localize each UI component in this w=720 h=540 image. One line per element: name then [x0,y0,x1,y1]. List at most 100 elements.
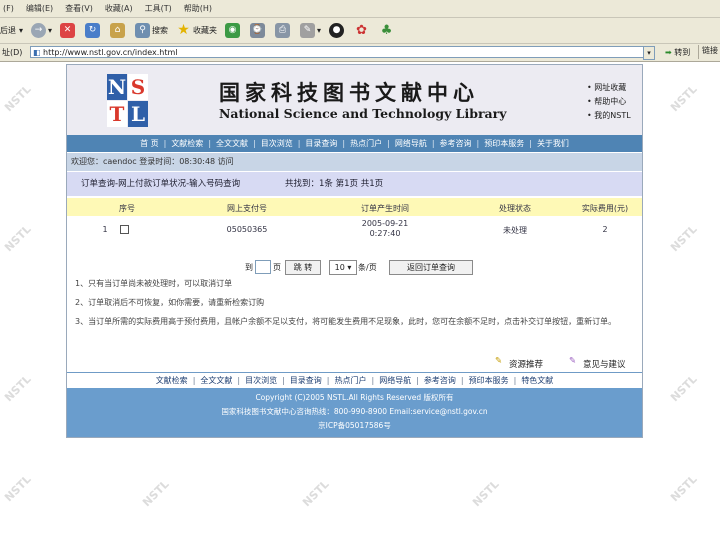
watermark: NSTL [140,477,172,510]
qq-button[interactable]: ● [329,23,346,38]
watermark: NSTL [2,372,34,405]
jump-button[interactable]: 跳 转 [285,260,321,275]
browser-menubar: (F) 编辑(E) 查看(V) 收藏(A) 工具(T) 帮助(H) [0,0,720,18]
links-button[interactable]: 链接 [698,45,720,59]
media-button[interactable]: ◉ [225,23,242,38]
print-icon: ⎙ [275,23,291,38]
search-button[interactable]: ⚲ 搜索 [135,23,168,38]
menu-favorites[interactable]: 收藏(A) [105,3,133,14]
column-header: 处理状态 [499,204,531,213]
links-label: 链接 [702,46,718,55]
nav-item-catalog[interactable]: 目录查询 [305,138,337,149]
nav-item-portal[interactable]: 热点门户 [350,138,382,149]
stop-icon: ✕ [60,23,76,38]
suggest-link[interactable]: 意见与建议 [583,358,626,370]
history-button[interactable]: ⌚ [250,23,267,38]
order-time: 0:27:40 [369,229,401,238]
menu-help[interactable]: 帮助(H) [184,3,212,14]
nav-item-fulltext[interactable]: 全文文献 [216,138,248,149]
breadcrumb: 订单查询-网上付款订单状况-输入号码查询 共找到：1条 第1页 共1页 [67,172,642,196]
favorites-button[interactable]: ★ 收藏夹 [176,23,217,38]
refresh-button[interactable]: ↻ [85,23,102,38]
edit-button[interactable]: ✎ ▾ [300,23,321,38]
msn-button[interactable]: ♣ [379,23,396,38]
nav-item-contents[interactable]: 目次浏览 [261,138,293,149]
back-label: 后退 [0,26,16,35]
menu-view[interactable]: 查看(V) [65,3,93,14]
menu-edit[interactable]: 编辑(E) [26,3,53,14]
nav-item-preprint[interactable]: 预印本服务 [484,138,524,149]
watermark: NSTL [668,82,700,115]
footer-link[interactable]: 目录查询 [290,375,322,386]
column-header: 实际费用(元) [581,204,629,213]
nav-item-about[interactable]: 关于我们 [537,138,569,149]
per-page-unit: 条/页 [358,263,377,272]
url-input[interactable]: ◧ http://www.nstl.gov.cn/index.html [30,46,652,58]
quick-link-my-nstl[interactable]: • 我的NSTL [587,109,631,123]
goto-label: 到 [245,263,253,272]
quick-link-help[interactable]: • 帮助中心 [587,95,631,109]
watermark: NSTL [2,222,34,255]
page-icon: ◧ [33,48,41,57]
media-icon: ◉ [225,23,241,38]
copyright-text: Copyright (C)2005 NSTL.All Rights Reserv… [255,393,454,402]
go-button[interactable]: ➡ 转到 [665,47,690,58]
logo-letter: S [128,74,148,100]
home-icon: ⌂ [110,23,126,38]
address-label: 址(D) [2,48,23,57]
note-item: 2、订单取消后不可恢复，如你需要，请重新检索订购 [75,298,265,307]
back-button[interactable]: 后退 ▾ [0,25,23,36]
footer-nav: 文献检索 | 全文文献 | 目次浏览 | 目录查询 | 热点门户 | 网络导航 | 参考咨询… [67,372,642,388]
footer-link[interactable]: 参考咨询 [424,375,456,386]
footer-link[interactable]: 特色文献 [521,375,553,386]
print-button[interactable]: ⎙ [275,23,292,38]
search-icon: ⚲ [135,23,151,38]
chevron-down-icon: ▾ [48,26,53,35]
nav-item-reference[interactable]: 参考咨询 [440,138,472,149]
notes: 1、只有当订单尚未被处理时，可以取消订单 2、订单取消后不可恢复，如你需要，请重… [75,278,635,335]
column-header: 订单产生时间 [361,204,409,213]
messenger-button[interactable]: ✿ [354,23,371,38]
footer-link[interactable]: 全文文献 [200,375,232,386]
logo-letter: T [107,101,127,127]
watermark: NSTL [2,472,34,505]
recommend-link[interactable]: 资源推荐 [509,358,543,370]
watermark: NSTL [668,472,700,505]
footer-link[interactable]: 预印本服务 [469,375,509,386]
menu-tools[interactable]: 工具(T) [145,3,172,14]
footer-link[interactable]: 目次浏览 [245,375,277,386]
footer-link[interactable]: 网络导航 [379,375,411,386]
chevron-down-icon: ▾ [647,49,651,57]
home-button[interactable]: ⌂ [110,23,127,38]
order-status: 未处理 [503,226,527,235]
row-number: 1 [102,225,108,234]
buddies-icon: ♣ [380,23,393,38]
nstl-logo[interactable]: N S T L [107,74,149,128]
page-content: NSTL NSTL NSTL NSTL NSTL NSTL NSTL NSTL … [0,62,720,540]
order-date: 2005-09-21 [361,219,409,228]
payment-number: 05050365 [226,225,268,234]
butterfly-icon: ✿ [356,23,367,38]
result-count: 共找到：1条 第1页 共1页 [285,179,384,189]
quick-link-bookmark[interactable]: • 网址收藏 [587,81,631,95]
note-item: 1、只有当订单尚未被处理时，可以取消订单 [75,279,233,288]
page-unit-label: 页 [273,263,281,272]
chevron-down-icon: ▾ [347,263,352,272]
history-icon: ⌚ [250,23,266,38]
page-number-input[interactable] [255,260,271,274]
menu-file[interactable]: (F) [3,4,14,13]
per-page-value: 10 [334,263,345,272]
url-dropdown[interactable]: ▾ [643,46,655,60]
footer-link[interactable]: 热点门户 [335,375,367,386]
per-page-select[interactable]: 10 ▾ [329,260,357,275]
nav-item-search[interactable]: 文献检索 [171,138,203,149]
row-checkbox[interactable] [120,225,129,234]
nav-item-navigation[interactable]: 网络导航 [395,138,427,149]
stop-button[interactable]: ✕ [60,23,77,38]
back-to-order-query-button[interactable]: 返回订单查询 [389,260,473,275]
nav-item-home[interactable]: 首 页 [140,138,159,149]
column-header: 网上支付号 [227,204,267,213]
footer-link[interactable]: 文献检索 [156,375,188,386]
feedback-links: ✎ 资源推荐 ✎ 意见与建议 [67,356,642,372]
forward-button[interactable]: → ▾ [31,23,52,38]
